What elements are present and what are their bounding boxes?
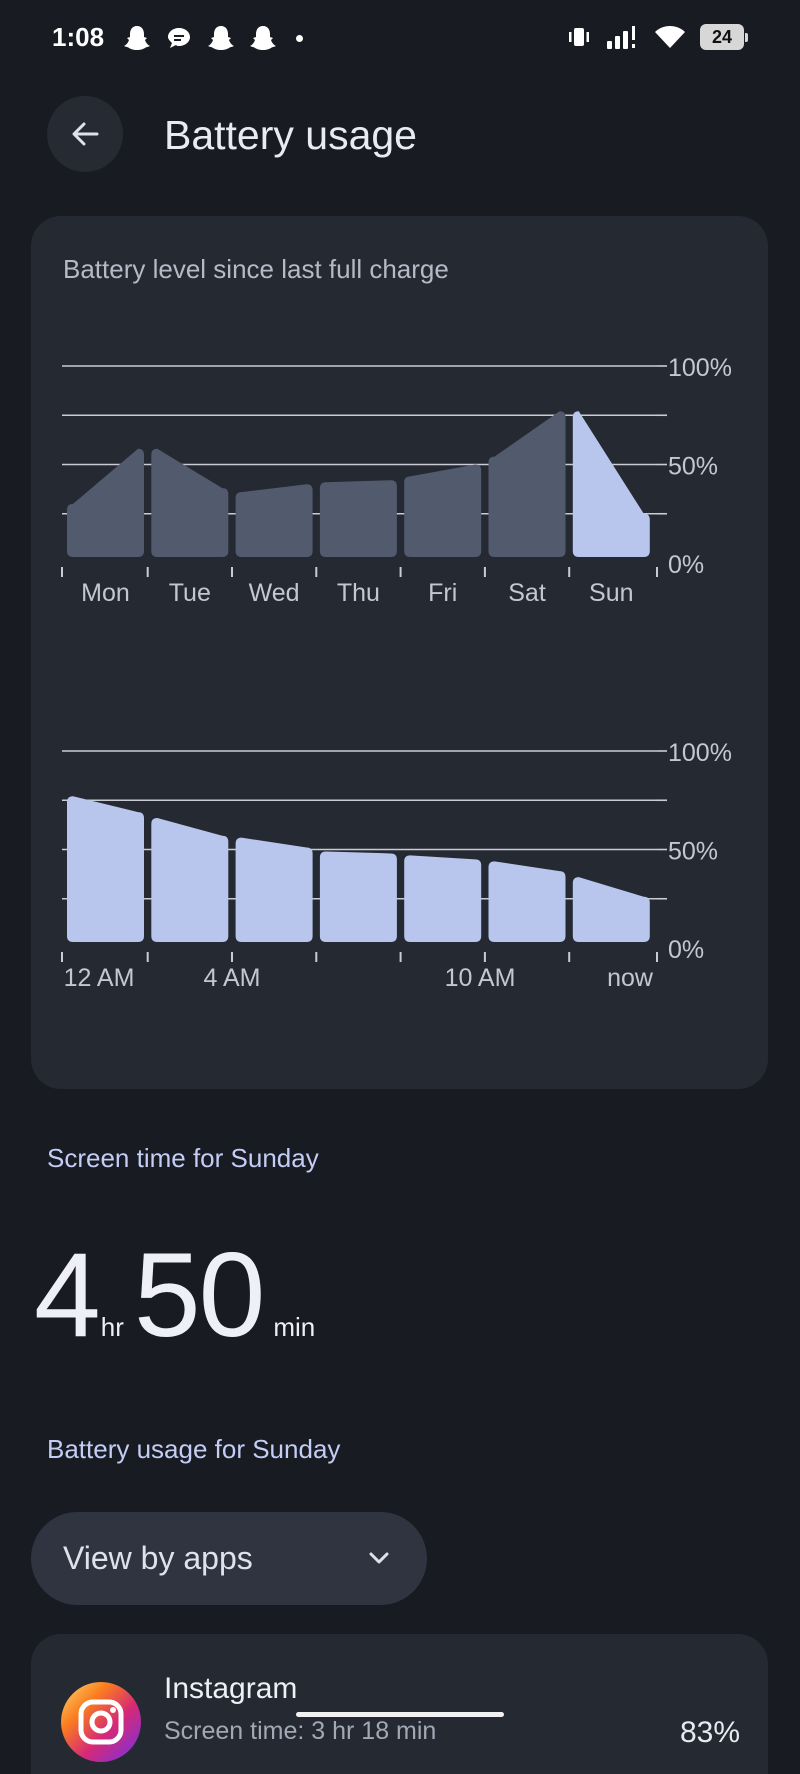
y-tick-label: 0%	[668, 936, 704, 964]
notification-icons	[124, 24, 303, 52]
screen-time-minutes-unit: min	[273, 1312, 316, 1342]
chart-bar	[572, 877, 650, 942]
y-tick-label: 100%	[668, 354, 732, 382]
screen-time-heading: Screen time for Sunday	[47, 1143, 319, 1173]
x-tick-label: Thu	[337, 579, 380, 607]
status-time: 1:08	[52, 22, 105, 52]
wifi-icon	[655, 26, 685, 48]
x-tick-label: 12 AM	[64, 964, 135, 992]
chart-bar	[235, 837, 313, 942]
x-tick-label: now	[607, 964, 654, 992]
app-list-item[interactable]: Instagram Screen time: 3 hr 18 min 83%	[31, 1634, 768, 1774]
y-tick-label: 0%	[668, 551, 704, 579]
battery-icon: 24	[700, 24, 748, 50]
x-tick-label: Fri	[428, 579, 457, 607]
dropdown-label: View by apps	[63, 1540, 253, 1576]
x-tick-label: Sun	[589, 579, 633, 607]
chart-bar	[151, 817, 229, 942]
snapchat-icon	[208, 26, 234, 50]
x-tick-label: Tue	[169, 579, 211, 607]
battery-level-charts: 100% 50% 0% Mon Tue Wed Thu Fri Sat Sun 100% 50% 0% 1…	[61, 354, 732, 992]
back-button[interactable]	[47, 96, 123, 172]
app-battery-percent: 83%	[679, 1716, 740, 1749]
chart-bar	[319, 851, 397, 942]
battery-level: 24	[711, 26, 733, 47]
screen-time-value: 4hr 50 min	[34, 1226, 315, 1364]
view-by-dropdown[interactable]: View by apps	[31, 1512, 427, 1605]
battery-chart-card: Battery level since last full charge 100…	[31, 216, 768, 1089]
screen-time-minutes: 50	[133, 1228, 265, 1362]
app-name: Instagram	[164, 1672, 298, 1705]
battery-usage-heading: Battery usage for Sunday	[47, 1434, 341, 1464]
page-title: Battery usage	[164, 112, 417, 158]
signal-icon	[607, 26, 635, 49]
y-tick-label: 50%	[668, 838, 718, 866]
screen-time-hours: 4	[34, 1228, 101, 1362]
status-bar: 1:08 24	[0, 0, 800, 80]
x-tick-label: Mon	[81, 579, 130, 607]
x-tick-label: 10 AM	[445, 964, 516, 992]
messages-icon	[168, 28, 190, 48]
x-tick-label: 4 AM	[204, 964, 261, 992]
x-tick-label: Wed	[249, 579, 300, 607]
arrow-back-icon	[72, 122, 99, 146]
chevron-down-icon	[369, 1552, 389, 1564]
chart-bar	[67, 796, 144, 942]
chart-bar	[488, 411, 566, 557]
screen-time-hours-unit: hr	[100, 1312, 124, 1342]
snapchat-icon	[250, 26, 276, 50]
home-indicator	[296, 1712, 504, 1717]
chart-bar	[404, 855, 482, 942]
chart-bar	[235, 484, 313, 557]
y-tick-label: 50%	[668, 453, 718, 481]
instagram-icon	[61, 1682, 141, 1762]
chart-bar	[404, 464, 482, 557]
x-tick-label: Sat	[508, 579, 546, 607]
system-icons: 24	[566, 24, 748, 50]
vibrate-icon	[569, 28, 589, 46]
chart-bar	[572, 411, 650, 557]
chart-bar	[488, 861, 566, 942]
snapchat-icon	[124, 26, 150, 50]
more-dot-icon	[296, 34, 303, 42]
chart-bar	[319, 480, 397, 557]
battery-tip	[745, 33, 748, 42]
app-screen-time: Screen time: 3 hr 18 min	[164, 1717, 437, 1745]
y-tick-label: 100%	[668, 739, 732, 767]
